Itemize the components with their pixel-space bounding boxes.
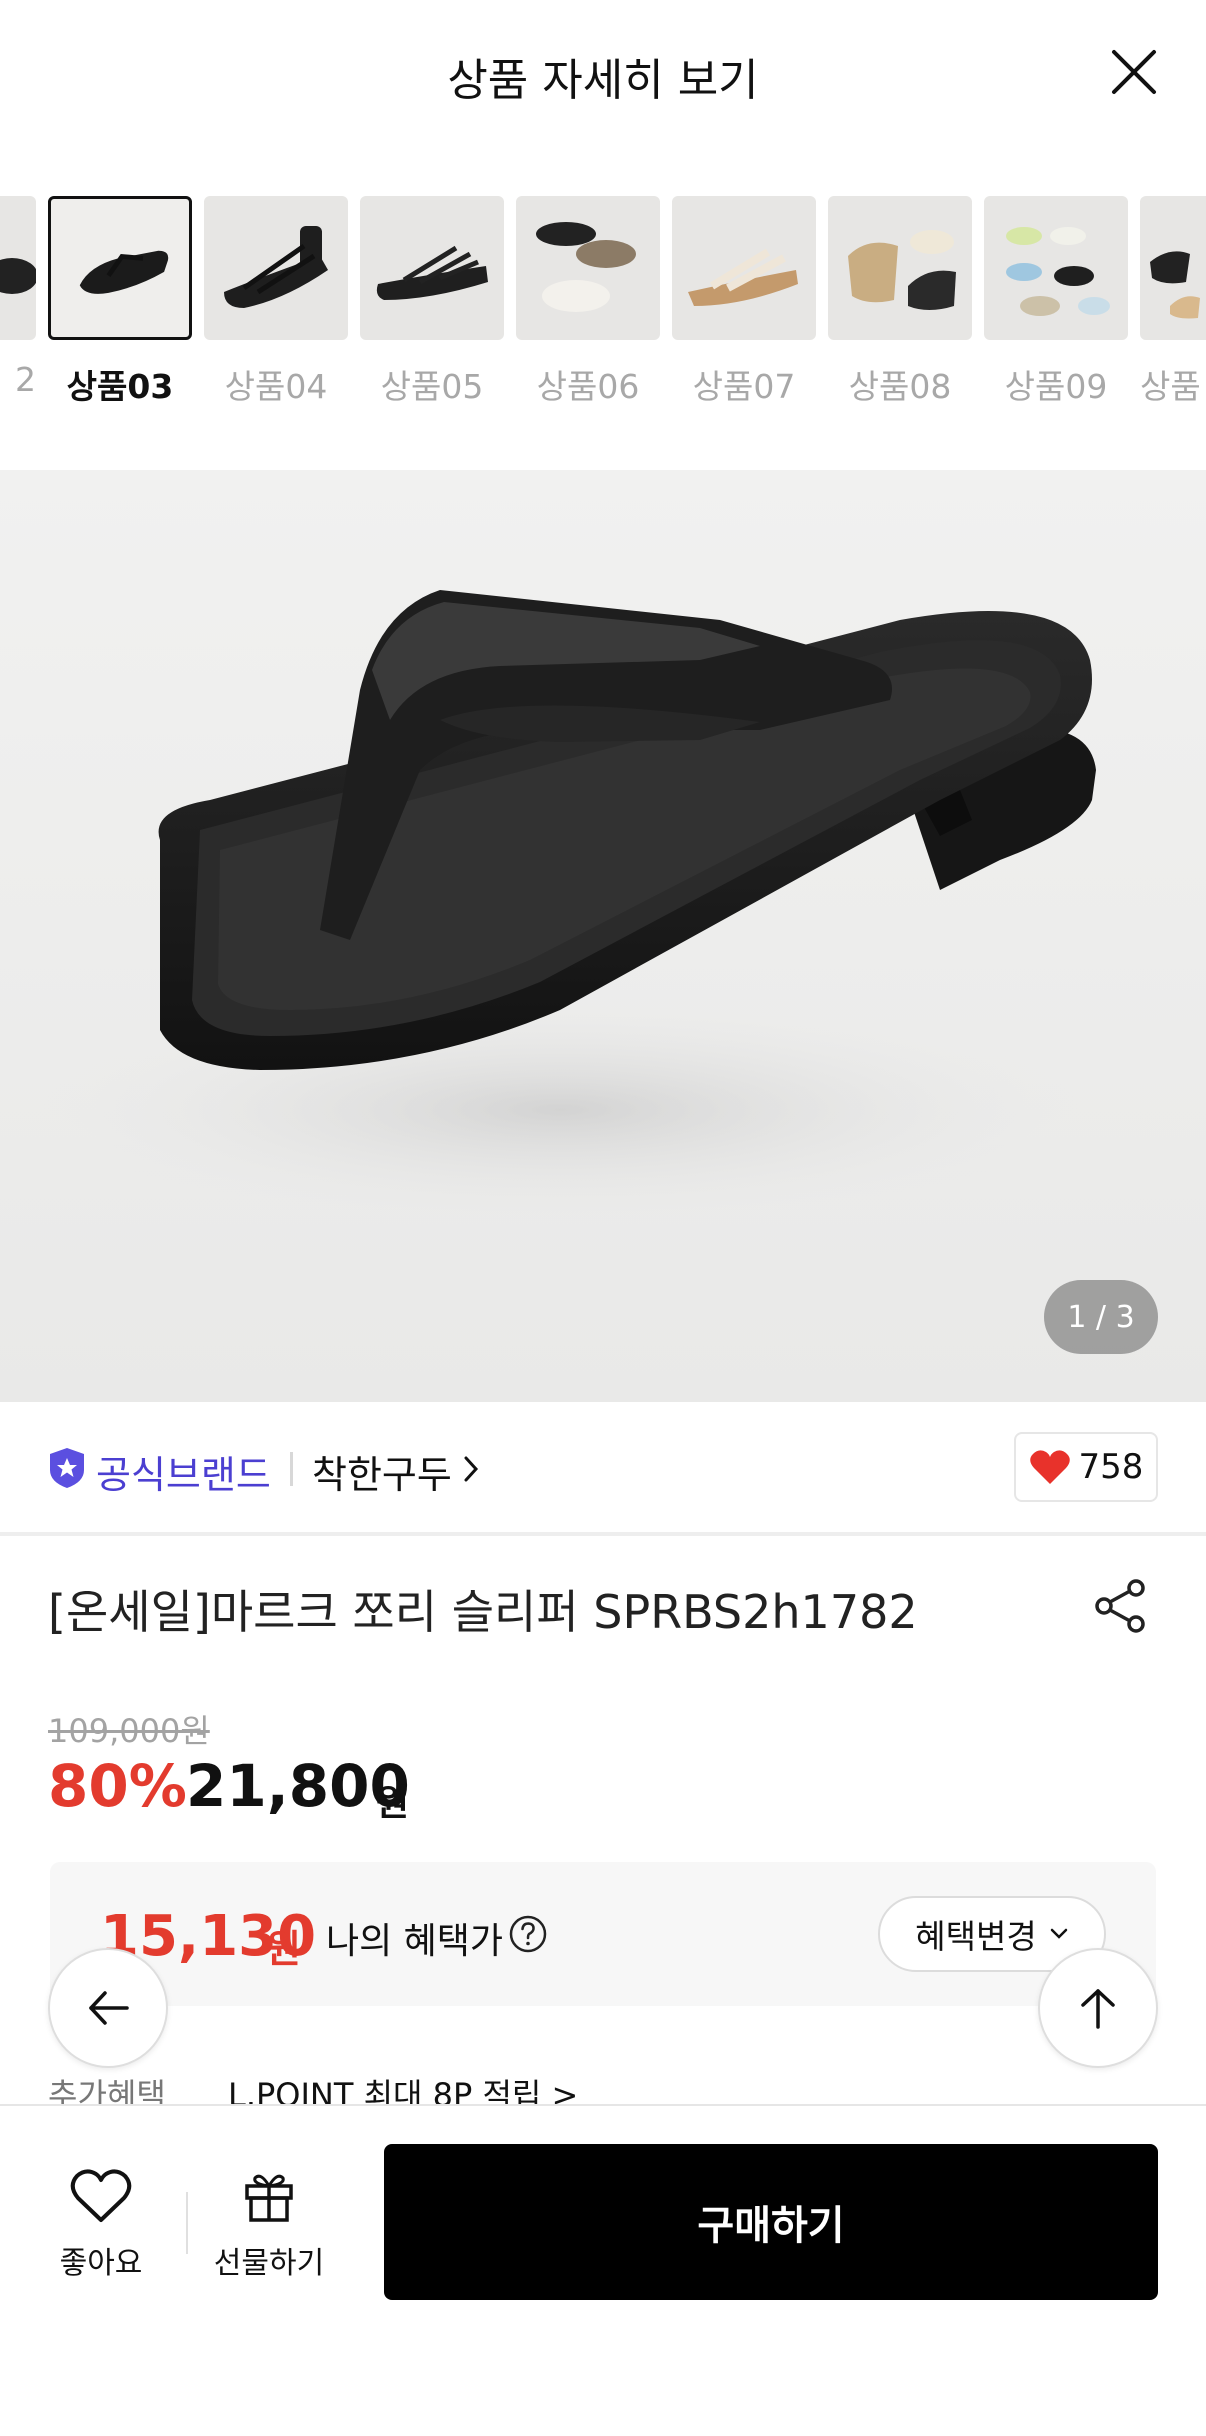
arrow-up-icon: [1081, 1989, 1115, 2029]
thumbnail-item[interactable]: 상품09: [984, 196, 1128, 408]
product-name: [온세일]마르크 쪼리 슬리퍼 SPRBS2h1782: [48, 1585, 918, 1639]
thumbnail-image: [672, 196, 816, 340]
benefit-label: 나의 혜택가: [326, 1921, 504, 1962]
benefit-change-label: 혜택변경: [915, 1917, 1037, 1956]
thumbnail-image: [360, 196, 504, 340]
thumbnail-label: 상품03: [66, 367, 174, 406]
thumbnail-item-selected[interactable]: 상품03: [48, 196, 192, 408]
extra-benefit-label: 추가혜택: [48, 2076, 166, 2106]
chevron-right-icon: [464, 1456, 479, 1482]
back-button[interactable]: [48, 1948, 168, 2068]
thumbnail-label: 2: [15, 360, 36, 399]
scroll-top-button[interactable]: [1038, 1948, 1158, 2068]
discount-rate: 80%: [48, 1752, 187, 1820]
thumbnail-item[interactable]: 상품04: [204, 196, 348, 408]
share-icon: [1095, 1579, 1145, 1633]
help-icon[interactable]: [508, 1914, 548, 1954]
extra-benefit-row[interactable]: 추가혜택 L.POINT 최대 8P 적립 >: [0, 2070, 1206, 2106]
share-button[interactable]: [1090, 1576, 1150, 1636]
thumbnail-item[interactable]: 상품: [1140, 196, 1206, 408]
thumbnail-image: [984, 196, 1128, 340]
like-count-button[interactable]: 758: [1014, 1432, 1158, 1502]
close-icon: [1112, 50, 1156, 94]
thumbnail-image: [1140, 196, 1206, 340]
benefit-box: 15,130 원 나의 혜택가 혜택변경: [50, 1862, 1156, 2006]
brand-name-link[interactable]: 착한구두: [312, 1444, 452, 1499]
like-count: 758: [1078, 1447, 1144, 1487]
image-counter: 1 / 3: [1044, 1280, 1158, 1354]
gift-button[interactable]: 선물하기: [194, 2168, 344, 2282]
sale-price-unit: 원: [376, 1783, 410, 1824]
official-brand-label: 공식브랜드: [96, 1453, 271, 1497]
page-title: 상품 자세히 보기: [447, 55, 759, 106]
thumbnail-item[interactable]: 상품05: [360, 196, 504, 408]
thumbnail-label: 상품06: [536, 367, 640, 406]
heart-outline-icon: [70, 2169, 132, 2222]
thumbnail-image: [828, 196, 972, 340]
thumbnail-label: 상품04: [224, 367, 328, 406]
thumbnail-label: 상품09: [1004, 367, 1108, 406]
product-photo: [40, 590, 1096, 1220]
arrow-left-icon: [89, 1991, 129, 2025]
thumbnail-image: [0, 196, 36, 340]
close-button[interactable]: [1104, 42, 1164, 102]
thumbnail-image: [204, 196, 348, 340]
like-label: 좋아요: [59, 2246, 143, 2281]
chevron-down-icon: [1050, 1928, 1067, 1939]
thumbnail-image: [516, 196, 660, 340]
thumbnail-label: 상품05: [380, 367, 484, 406]
bottom-action-bar: 좋아요 선물하기 구매하기: [0, 2104, 1206, 2436]
divider: [290, 1452, 293, 1486]
like-button[interactable]: 좋아요: [26, 2168, 176, 2282]
benefit-price-unit: 원: [266, 1927, 301, 1971]
brand-row: 공식브랜드 착한구두 758: [0, 1402, 1206, 1536]
gift-label: 선물하기: [213, 2246, 325, 2281]
divider: [186, 2192, 188, 2254]
thumbnail-strip[interactable]: 2 상품03 상품04 상품05 상품06 상품07 상품08 상품09 상품: [0, 196, 1206, 416]
buy-button[interactable]: 구매하기: [384, 2144, 1158, 2300]
thumbnail-item[interactable]: 상품07: [672, 196, 816, 408]
header: 상품 자세히 보기: [0, 0, 1206, 150]
product-image[interactable]: 1 / 3: [0, 470, 1206, 1402]
gift-icon: [245, 2174, 293, 2222]
heart-filled-icon: [1029, 1450, 1070, 1484]
original-price: 109,000원: [48, 1712, 210, 1750]
extra-benefit-text: L.POINT 최대 8P 적립 >: [228, 2076, 579, 2106]
official-badge-icon: [50, 1448, 84, 1488]
thumbnail-label: 상품: [1140, 367, 1201, 406]
thumbnail-label: 상품08: [848, 367, 952, 406]
thumbnail-label: 상품07: [692, 367, 796, 406]
thumbnail-item[interactable]: 상품06: [516, 196, 660, 408]
thumbnail-item[interactable]: 2: [0, 196, 36, 399]
thumbnail-item[interactable]: 상품08: [828, 196, 972, 408]
thumbnail-image: [48, 196, 192, 340]
